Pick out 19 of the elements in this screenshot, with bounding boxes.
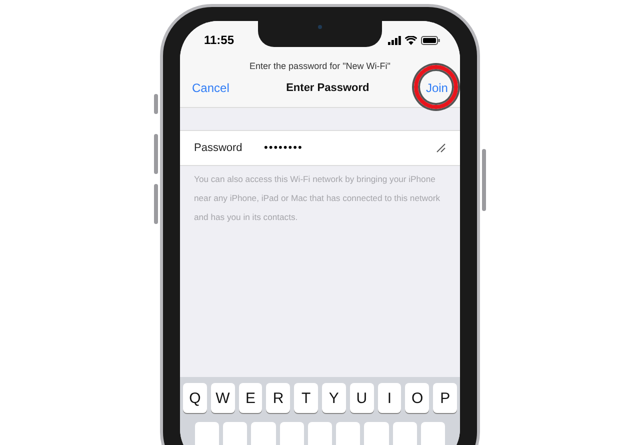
- join-button[interactable]: Join: [426, 81, 448, 95]
- keyboard-key[interactable]: W: [210, 383, 235, 413]
- keyboard-key[interactable]: E: [238, 383, 262, 413]
- status-time: 11:55: [204, 33, 234, 47]
- keyboard-key[interactable]: R: [266, 383, 290, 413]
- keyboard-key[interactable]: O: [405, 383, 430, 413]
- keyboard-key[interactable]: Q: [183, 383, 207, 413]
- info-text: You can also access this Wi-Fi network by bringing your iPhone near any iPhone, iPad or Mac that has connected to this network and has you in its contacts.: [193, 173, 442, 224]
- keyboard-key[interactable]: P: [433, 383, 457, 413]
- screen-title: Enter Password: [286, 82, 370, 94]
- field-label: Password: [194, 142, 242, 154]
- cancel-button[interactable]: Cancel: [192, 81, 230, 95]
- keyboard-key[interactable]: I: [378, 383, 402, 413]
- keyboard-key[interactable]: Y: [322, 383, 346, 413]
- keyboard-key[interactable]: U: [350, 383, 374, 413]
- prompt-text: Enter the password for "New Wi-Fi": [180, 59, 460, 75]
- keyboard-key[interactable]: T: [294, 383, 318, 413]
- password-row[interactable]: Password ••••••••: [180, 130, 460, 166]
- password-value: ••••••••: [264, 142, 304, 154]
